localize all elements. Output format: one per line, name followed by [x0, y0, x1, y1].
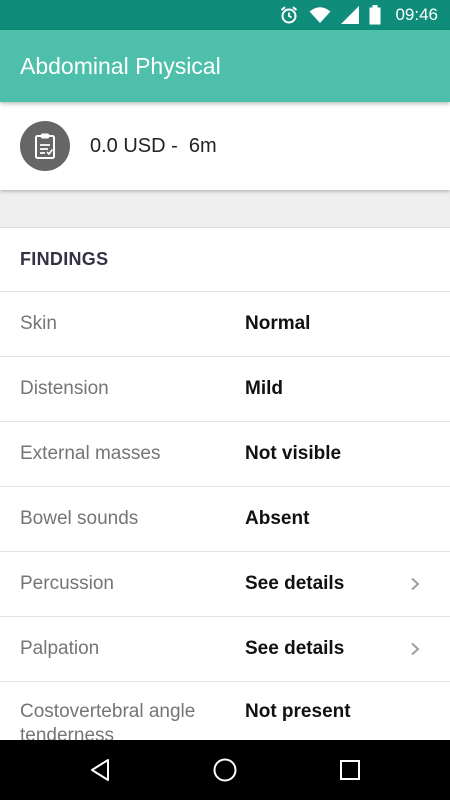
findings-header-label: FINDINGS — [20, 249, 109, 269]
home-icon[interactable] — [210, 755, 240, 785]
recents-icon[interactable] — [335, 755, 365, 785]
finding-value: See details — [245, 638, 345, 659]
signal-icon — [341, 6, 360, 24]
finding-label: Percussion — [20, 573, 114, 594]
battery-icon — [369, 5, 381, 25]
finding-value: Mild — [245, 378, 283, 399]
chevron-right-icon — [410, 577, 420, 596]
finding-row-costovertebral: Costovertebral angle tenderness Not pres… — [0, 682, 450, 741]
page-title: Abdominal Physical — [20, 53, 221, 79]
cost-duration-text: 0.0 USD - 6m — [90, 135, 217, 157]
finding-label: Bowel sounds — [20, 508, 139, 529]
finding-label: Skin — [20, 313, 57, 334]
finding-row-palpation[interactable]: Palpation See details — [0, 617, 450, 682]
status-icons: 09:46 — [279, 0, 438, 30]
status-bar: 09:46 — [0, 0, 450, 30]
finding-row-percussion[interactable]: Percussion See details — [0, 552, 450, 617]
finding-value: Not visible — [245, 443, 342, 464]
finding-label: Palpation — [20, 638, 100, 659]
finding-value: Not present — [245, 701, 351, 722]
chevron-right-icon — [410, 642, 420, 661]
finding-value: Absent — [245, 508, 310, 529]
finding-row-external-masses: External masses Not visible — [0, 422, 450, 487]
finding-row-bowel-sounds: Bowel sounds Absent — [0, 487, 450, 552]
finding-value: See details — [245, 573, 345, 594]
clipboard-icon — [20, 121, 70, 171]
finding-value: Normal — [245, 313, 311, 334]
findings-header: FINDINGS — [0, 228, 450, 292]
alarm-icon — [279, 5, 299, 25]
app-bar: Abdominal Physical — [0, 30, 450, 102]
status-time: 09:46 — [395, 5, 438, 24]
back-icon[interactable] — [85, 755, 115, 785]
finding-row-skin: Skin Normal — [0, 292, 450, 357]
summary-card: 0.0 USD - 6m — [0, 102, 450, 190]
finding-label: Costovertebral angle tenderness — [20, 701, 196, 741]
findings-card: FINDINGS Skin Normal Distension Mild Ext… — [0, 227, 450, 741]
finding-label: Distension — [20, 378, 109, 399]
navigation-bar — [0, 740, 450, 800]
wifi-icon — [309, 6, 331, 24]
finding-row-distension: Distension Mild — [0, 357, 450, 422]
finding-label: External masses — [20, 443, 161, 464]
